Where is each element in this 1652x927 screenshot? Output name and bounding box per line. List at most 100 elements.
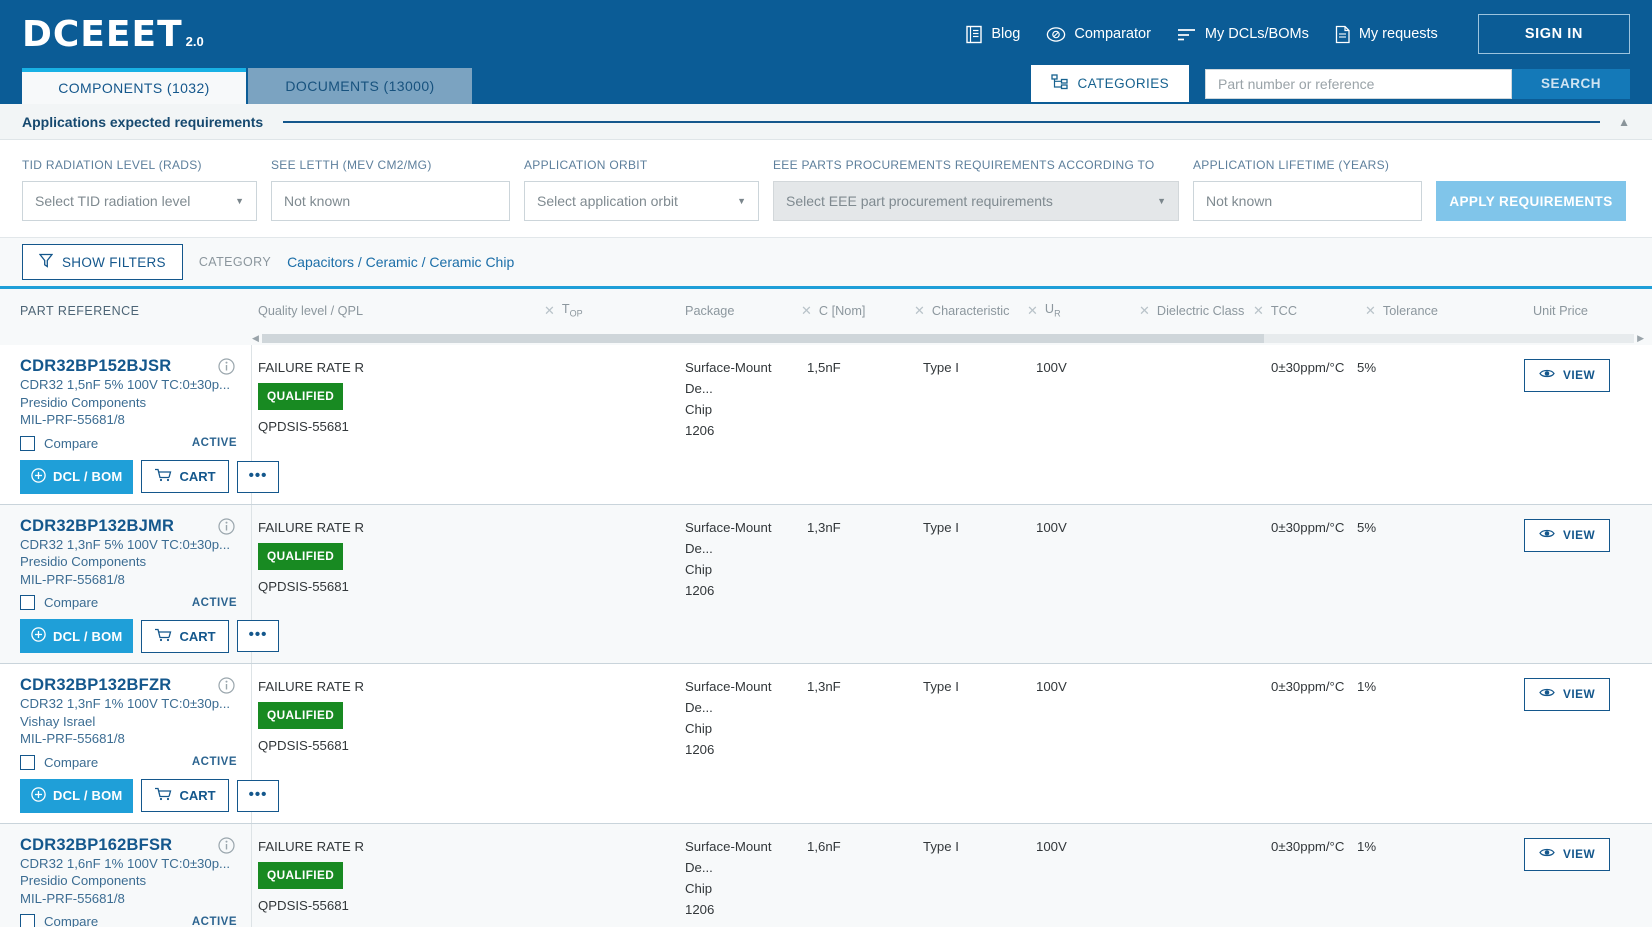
view-button[interactable]: VIEW — [1524, 518, 1611, 552]
scroll-left-icon[interactable]: ◀ — [252, 334, 259, 343]
add-to-dcl-bom-button[interactable]: DCL / BOM — [20, 778, 134, 813]
specification[interactable]: MIL-PRF-55681/8 — [20, 411, 237, 429]
compare-label: Compare — [44, 914, 99, 927]
see-letth-input[interactable]: Not known — [271, 181, 510, 221]
eee-parts-procurements-select[interactable]: Select EEE part procurement requirements… — [773, 181, 1179, 221]
unit-price-cell: VIEW — [1518, 505, 1652, 664]
info-icon[interactable] — [218, 836, 235, 859]
c-nom-cell: 1,6nF — [807, 838, 841, 854]
column-header-top[interactable]: ✕ TOP — [538, 302, 679, 319]
column-header-dielectric-class[interactable]: ✕ Dielectric Class — [1133, 304, 1247, 318]
column-header-quality-level[interactable]: Quality level / QPL — [252, 304, 538, 318]
application-lifetime-value: Not known — [1206, 193, 1273, 209]
nav-blog[interactable]: Blog — [966, 25, 1020, 44]
c-nom-cell: 1,3nF — [807, 519, 841, 535]
part-number[interactable]: CDR32BP132BFZR — [20, 676, 237, 695]
scroll-right-icon[interactable]: ▶ — [1637, 334, 1644, 343]
close-icon[interactable]: ✕ — [914, 304, 925, 317]
unit-price-cell: VIEW — [1518, 824, 1652, 927]
status-badge: ACTIVE — [191, 756, 237, 768]
application-orbit-select[interactable]: Select application orbit ▼ — [524, 181, 759, 221]
chevron-up-icon[interactable]: ▲ — [1618, 115, 1630, 129]
compare-checkbox[interactable] — [20, 595, 35, 610]
column-header-tolerance[interactable]: ✕ Tolerance — [1359, 304, 1527, 318]
info-icon[interactable] — [218, 358, 235, 380]
part-number[interactable]: CDR32BP132BJMR — [20, 517, 237, 536]
compare-row: Compare ACTIVE — [20, 435, 237, 451]
column-header-tcc[interactable]: ✕ TCC — [1247, 304, 1359, 318]
column-header-package[interactable]: Package — [679, 304, 795, 318]
search-button[interactable]: SEARCH — [1512, 68, 1630, 99]
part-reference-cell: CDR32BP152BJSR CDR32 1,5nF 5% 100V TC:0±… — [0, 345, 280, 504]
c-nom-cell: 1,3nF — [807, 679, 841, 694]
qualified-badge: QUALIFIED — [258, 383, 344, 410]
quality-level-cell: FAILURE RATE R QUALIFIED QPDSIS-55681 — [252, 664, 538, 823]
table-row: CDR32BP162BFSR CDR32 1,6nF 1% 100V TC:0±… — [0, 823, 1652, 927]
manufacturer[interactable]: Presidio Components — [20, 553, 237, 571]
add-to-cart-button[interactable]: CART — [141, 779, 229, 812]
compare-checkbox[interactable] — [20, 914, 35, 927]
more-options-button[interactable]: ••• — [236, 460, 280, 493]
specification[interactable]: MIL-PRF-55681/8 — [20, 730, 237, 748]
add-to-cart-button[interactable]: CART — [141, 619, 229, 653]
add-to-dcl-bom-button[interactable]: DCL / BOM — [20, 459, 134, 494]
sign-in-button[interactable]: SIGN IN — [1477, 14, 1630, 54]
package-line-1: Surface-Mount De... — [685, 360, 772, 396]
chevron-down-icon: ▼ — [1157, 196, 1166, 206]
manufacturer[interactable]: Vishay Israel — [20, 713, 237, 731]
see-letth-value: Not known — [284, 193, 351, 209]
specification[interactable]: MIL-PRF-55681/8 — [20, 571, 237, 589]
close-icon[interactable]: ✕ — [801, 304, 812, 317]
nav-my-dcls-boms[interactable]: My DCLs/BOMs — [1177, 26, 1309, 42]
nav-comparator[interactable]: Comparator — [1046, 25, 1151, 44]
tid-radiation-level-value: Select TID radiation level — [35, 193, 191, 209]
apply-requirements-button[interactable]: APPLY REQUIREMENTS — [1436, 181, 1626, 221]
part-number[interactable]: CDR32BP162BFSR — [20, 836, 237, 855]
column-header-part-reference[interactable]: PART REFERENCE — [0, 304, 252, 318]
scrollbar-thumb[interactable] — [261, 334, 1264, 343]
specification[interactable]: MIL-PRF-55681/8 — [20, 890, 237, 908]
part-description: CDR32 1,6nF 1% 100V TC:0±30p... — [20, 855, 231, 871]
tid-radiation-level-select[interactable]: Select TID radiation level ▼ — [22, 181, 257, 221]
view-button[interactable]: VIEW — [1524, 359, 1611, 392]
close-icon[interactable]: ✕ — [1139, 304, 1150, 317]
column-header-characteristic[interactable]: ✕ Characteristic — [908, 304, 1021, 318]
view-button[interactable]: VIEW — [1524, 837, 1611, 871]
manufacturer[interactable]: Presidio Components — [20, 394, 237, 412]
info-icon[interactable] — [218, 677, 235, 699]
categories-button[interactable]: CATEGORIES — [1031, 65, 1189, 102]
eye-icon — [1539, 365, 1555, 386]
show-filters-button[interactable]: SHOW FILTERS — [22, 244, 183, 280]
part-number[interactable]: CDR32BP152BJSR — [20, 357, 237, 376]
close-icon[interactable]: ✕ — [1027, 304, 1038, 317]
tab-components[interactable]: COMPONENTS (1032) — [22, 68, 246, 104]
add-to-cart-button[interactable]: CART — [141, 460, 229, 493]
compare-checkbox[interactable] — [20, 435, 35, 451]
top-header-bar: DCEEET 2.0 Blog Comparator My DCLs/BOMs — [0, 0, 1652, 68]
tab-documents[interactable]: DOCUMENTS (13000) — [248, 68, 472, 104]
search-input[interactable] — [1205, 68, 1512, 99]
close-icon[interactable]: ✕ — [544, 304, 555, 317]
more-options-button[interactable]: ••• — [236, 620, 280, 652]
logo[interactable]: DCEEET 2.0 — [22, 14, 204, 55]
view-button[interactable]: VIEW — [1524, 678, 1611, 711]
info-icon[interactable] — [218, 517, 235, 540]
close-icon[interactable]: ✕ — [1365, 304, 1376, 317]
column-header-ur[interactable]: ✕ UR — [1021, 302, 1133, 319]
more-options-button[interactable]: ••• — [236, 779, 280, 812]
breadcrumb[interactable]: Capacitors / Ceramic / Ceramic Chip — [287, 254, 514, 270]
column-header-c-nom[interactable]: ✕ C [Nom] — [795, 304, 908, 318]
column-header-unit-price[interactable]: Unit Price — [1527, 304, 1652, 318]
manufacturer[interactable]: Presidio Components — [20, 872, 237, 890]
add-to-dcl-bom-button[interactable]: DCL / BOM — [20, 619, 134, 653]
eye-icon — [1539, 525, 1555, 546]
close-icon[interactable]: ✕ — [1253, 304, 1264, 317]
ur-cell: 100V — [1036, 679, 1067, 694]
compare-checkbox[interactable] — [20, 754, 35, 770]
nav-my-requests[interactable]: My requests — [1335, 25, 1438, 44]
horizontal-scrollbar[interactable]: ◀ ▶ — [0, 332, 1652, 345]
scrollbar-track[interactable] — [261, 334, 1635, 343]
package-line-1: Surface-Mount De... — [685, 838, 772, 875]
table-header-row: PART REFERENCE Quality level / QPL ✕ TOP… — [0, 286, 1652, 332]
application-lifetime-input[interactable]: Not known — [1193, 181, 1422, 221]
